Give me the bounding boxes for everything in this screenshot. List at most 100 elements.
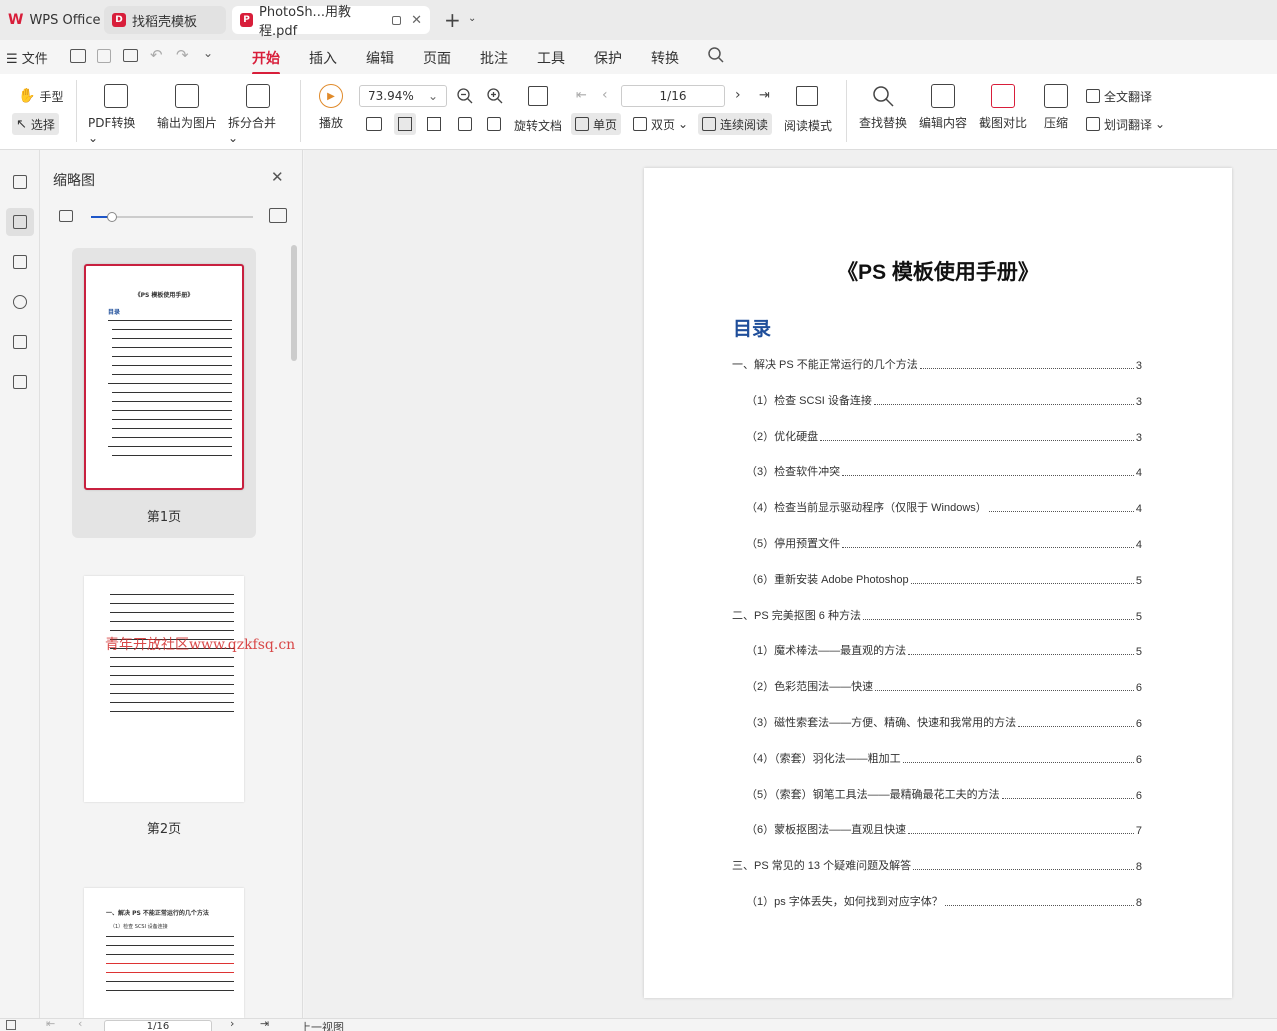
thumbnail-page-1[interactable]: 《PS 模板使用手册》 目录 第1页 — [72, 248, 256, 538]
zoom-out-icon[interactable] — [456, 87, 474, 105]
menu-tools[interactable]: 工具 — [537, 48, 565, 68]
find-replace-button[interactable]: 查找替换 — [856, 84, 910, 131]
sidebar-toggle-icon[interactable] — [6, 1020, 16, 1030]
toc-entry[interactable]: （5）停用预置文件 4 — [746, 535, 1142, 551]
toc-entry[interactable]: 二、PS 完美抠图 6 种方法 5 — [732, 607, 1142, 623]
status-page-input[interactable]: 1/16 — [104, 1020, 212, 1031]
toc-entry[interactable]: （1）魔术棒法——最直观的方法 5 — [746, 642, 1142, 658]
next-page-icon[interactable]: › — [735, 87, 741, 103]
menu-annotate[interactable]: 批注 — [480, 48, 508, 68]
screenshot-compare-button[interactable]: 截图对比 — [976, 84, 1030, 131]
tab-wps-office[interactable]: W WPS Office — [0, 6, 108, 34]
toc-leader — [862, 618, 1134, 620]
chevron-down-icon[interactable]: ⌄ — [468, 13, 476, 24]
bookmark-icon[interactable] — [6, 168, 34, 196]
first-page-icon[interactable]: ⇤ — [46, 1017, 55, 1030]
first-page-icon[interactable]: ⇤ — [576, 88, 587, 103]
prev-page-icon[interactable]: ‹ — [602, 87, 608, 103]
thumb-size-slider[interactable] — [91, 212, 253, 222]
toc-entry[interactable]: 一、解决 PS 不能正常运行的几个方法 3 — [732, 356, 1142, 372]
toc-entry[interactable]: （4）检查当前显示驱动程序（仅限于 Windows） 4 — [746, 499, 1142, 515]
toc-leader — [913, 869, 1134, 871]
toc-entry[interactable]: （1）ps 字体丢失，如何找到对应字体？ 8 — [746, 893, 1142, 909]
word-translate-button[interactable]: 划词翻译 ⌄ — [1082, 113, 1169, 135]
menu-page[interactable]: 页面 — [423, 48, 451, 68]
fit-page-button[interactable] — [394, 113, 416, 135]
menu-start[interactable]: 开始 — [252, 48, 280, 75]
toc-entry[interactable]: 三、PS 常见的 13 个疑难问题及解答 8 — [732, 857, 1142, 873]
attachment-icon[interactable] — [6, 288, 34, 316]
document-viewport[interactable]: 《PS 模板使用手册》 目录 一、解决 PS 不能正常运行的几个方法 3 （1）检查… — [304, 150, 1277, 1018]
menu-protect[interactable]: 保护 — [594, 48, 622, 68]
compress-button[interactable]: 压缩 — [1036, 84, 1076, 131]
rotate-doc-icon[interactable] — [528, 86, 548, 106]
toc-entry[interactable]: （2）优化硬盘 3 — [746, 428, 1142, 444]
pdf-convert-button[interactable]: PDF转换 ⌄ — [88, 84, 144, 145]
print-icon[interactable] — [123, 49, 138, 62]
rotate-doc-label[interactable]: 旋转文档 — [514, 117, 562, 134]
rotate-left-icon[interactable] — [458, 117, 472, 131]
page-number-input[interactable]: 1/16 — [621, 85, 725, 107]
actual-size-icon[interactable] — [366, 117, 382, 131]
toc-entry[interactable]: （3）磁性索套法——方便、精确、快速和我常用的方法 6 — [746, 714, 1142, 730]
tab-pdf-document[interactable]: P PhotoSh...用教程.pdf ✕ — [232, 5, 430, 39]
last-page-icon[interactable]: ⇥ — [759, 88, 770, 103]
toc-entry[interactable]: （2）色彩范围法——快速 6 — [746, 678, 1142, 694]
toc-entry[interactable]: （6）蒙板抠图法——直观且快速 7 — [746, 821, 1142, 837]
thumbnail-icon[interactable] — [6, 208, 34, 236]
thumbnail-page-3[interactable]: 一、解决 PS 不能正常运行的几个方法 （1）检查 SCSI 设备连接 — [72, 872, 256, 1018]
select-tool-button[interactable]: ↖ 选择 — [12, 113, 59, 135]
play-button[interactable]: ▶ 播放 — [314, 84, 348, 131]
more-chevron-icon[interactable]: ⌄ — [203, 46, 213, 60]
last-page-icon[interactable]: ⇥ — [260, 1017, 269, 1030]
prev-page-icon[interactable]: ‹ — [78, 1017, 82, 1030]
reading-mode-icon[interactable] — [796, 86, 818, 106]
rotate-right-icon[interactable] — [487, 117, 501, 131]
zoom-in-icon[interactable] — [486, 87, 504, 105]
file-menu[interactable]: ☰ 文件 — [6, 48, 48, 67]
search-icon[interactable] — [707, 46, 725, 64]
continuous-read-button[interactable]: 连续阅读 — [698, 113, 773, 135]
export-image-button[interactable]: 输出为图片 — [156, 84, 218, 131]
restore-tab-icon[interactable] — [391, 15, 402, 25]
single-page-button[interactable]: 单页 — [571, 113, 622, 135]
toc-entry[interactable]: （6）重新安装 Adobe Photoshop 5 — [746, 571, 1142, 587]
fit-width-icon[interactable] — [427, 117, 441, 131]
next-page-icon[interactable]: › — [230, 1017, 234, 1030]
double-page-button[interactable]: 双页 ⌄ — [629, 113, 692, 135]
toc-leader — [988, 511, 1134, 513]
menu-insert[interactable]: 插入 — [309, 48, 337, 68]
reading-mode-label[interactable]: 阅读模式 — [784, 117, 832, 134]
prev-view-button[interactable]: 上一视图 — [300, 1019, 344, 1031]
layers-icon[interactable] — [6, 368, 34, 396]
split-merge-button[interactable]: 拆分合并 ⌄ — [228, 84, 288, 145]
zoom-select[interactable]: 73.94% ⌄ — [359, 85, 447, 107]
thumbnail-page-2[interactable]: 第2页 — [72, 560, 256, 850]
close-tab-icon[interactable]: ✕ — [411, 13, 422, 28]
undo-icon[interactable]: ↶ — [150, 46, 163, 64]
large-thumb-icon[interactable] — [269, 208, 287, 223]
small-thumb-icon[interactable] — [59, 210, 73, 222]
pdf-icon: P — [240, 13, 253, 27]
toc-entry-text: （5）（索套）钢笔工具法——最精确最花工夫的方法 — [746, 788, 1000, 801]
full-translate-button[interactable]: 全文翻译 — [1082, 85, 1156, 107]
signature-icon[interactable] — [6, 328, 34, 356]
tab-template[interactable]: D 找稻壳模板 — [104, 6, 226, 34]
hand-tool-button[interactable]: ✋ 手型 — [14, 85, 67, 107]
new-tab-button[interactable]: + — [444, 8, 461, 32]
save-icon[interactable] — [97, 49, 111, 63]
menu-convert[interactable]: 转换 — [651, 48, 679, 68]
panel-scrollbar[interactable] — [291, 245, 297, 361]
toc-entry-page: 6 — [1135, 718, 1142, 730]
comment-icon[interactable] — [6, 248, 34, 276]
menu-edit[interactable]: 编辑 — [366, 48, 394, 68]
open-folder-icon[interactable] — [70, 49, 86, 63]
redo-icon[interactable]: ↷ — [176, 46, 189, 64]
toc-entry[interactable]: （4）（索套）羽化法——粗加工 6 — [746, 750, 1142, 766]
edit-content-button[interactable]: 编辑内容 — [916, 84, 970, 131]
toc-entry[interactable]: （3）检查软件冲突 4 — [746, 463, 1142, 479]
close-panel-icon[interactable]: ✕ — [271, 168, 284, 186]
toc-entry[interactable]: （5）（索套）钢笔工具法——最精确最花工夫的方法 6 — [746, 786, 1142, 802]
toc-entry[interactable]: （1）检查 SCSI 设备连接 3 — [746, 392, 1142, 408]
toc-leader — [1018, 726, 1134, 727]
